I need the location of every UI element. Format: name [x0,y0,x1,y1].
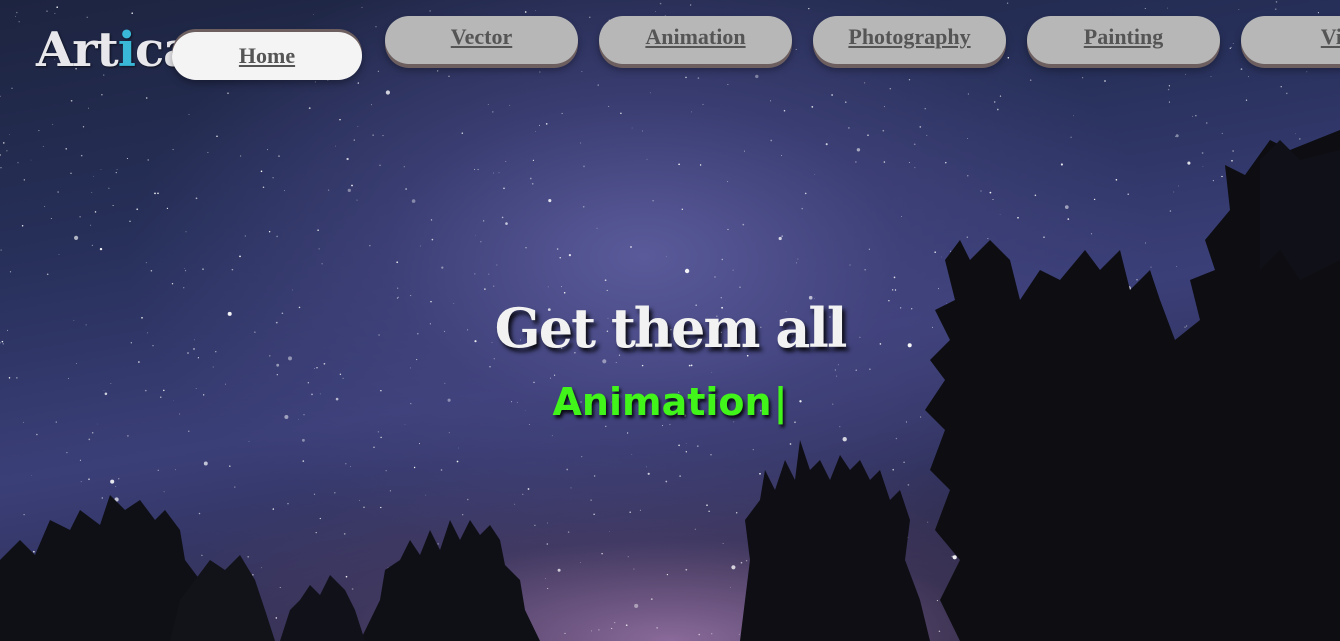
nav-animation-label: Animation [645,24,746,49]
hero-title: Get them all [494,296,848,360]
nav-video-button[interactable]: Vid [1241,16,1340,64]
nav-painting-label: Painting [1083,24,1164,49]
nav-photography-label: Photography [848,24,971,49]
nav-painting-button[interactable]: Painting [1027,16,1220,64]
artica-logo[interactable]: Art i ca [36,22,194,78]
nav-vector-button[interactable]: Vector [385,16,578,64]
logo-text-accent: i [117,22,136,78]
nav-home-button[interactable]: Home [172,32,362,80]
nav-vector-label: Vector [450,24,513,49]
nav-animation-button[interactable]: Animation [599,16,792,64]
nav-home-label: Home [238,43,296,68]
hero-rotating-text: Animation| [0,380,1340,424]
hero-rotating-word: Animation [552,380,772,424]
nav-video-label: Vid [1320,24,1340,49]
hero-background: Art i ca Home Vector Animation Photography… [0,0,1340,641]
typing-cursor: | [773,380,788,424]
logo-text-main: Art [36,22,119,78]
nav-photography-button[interactable]: Photography [813,16,1006,64]
